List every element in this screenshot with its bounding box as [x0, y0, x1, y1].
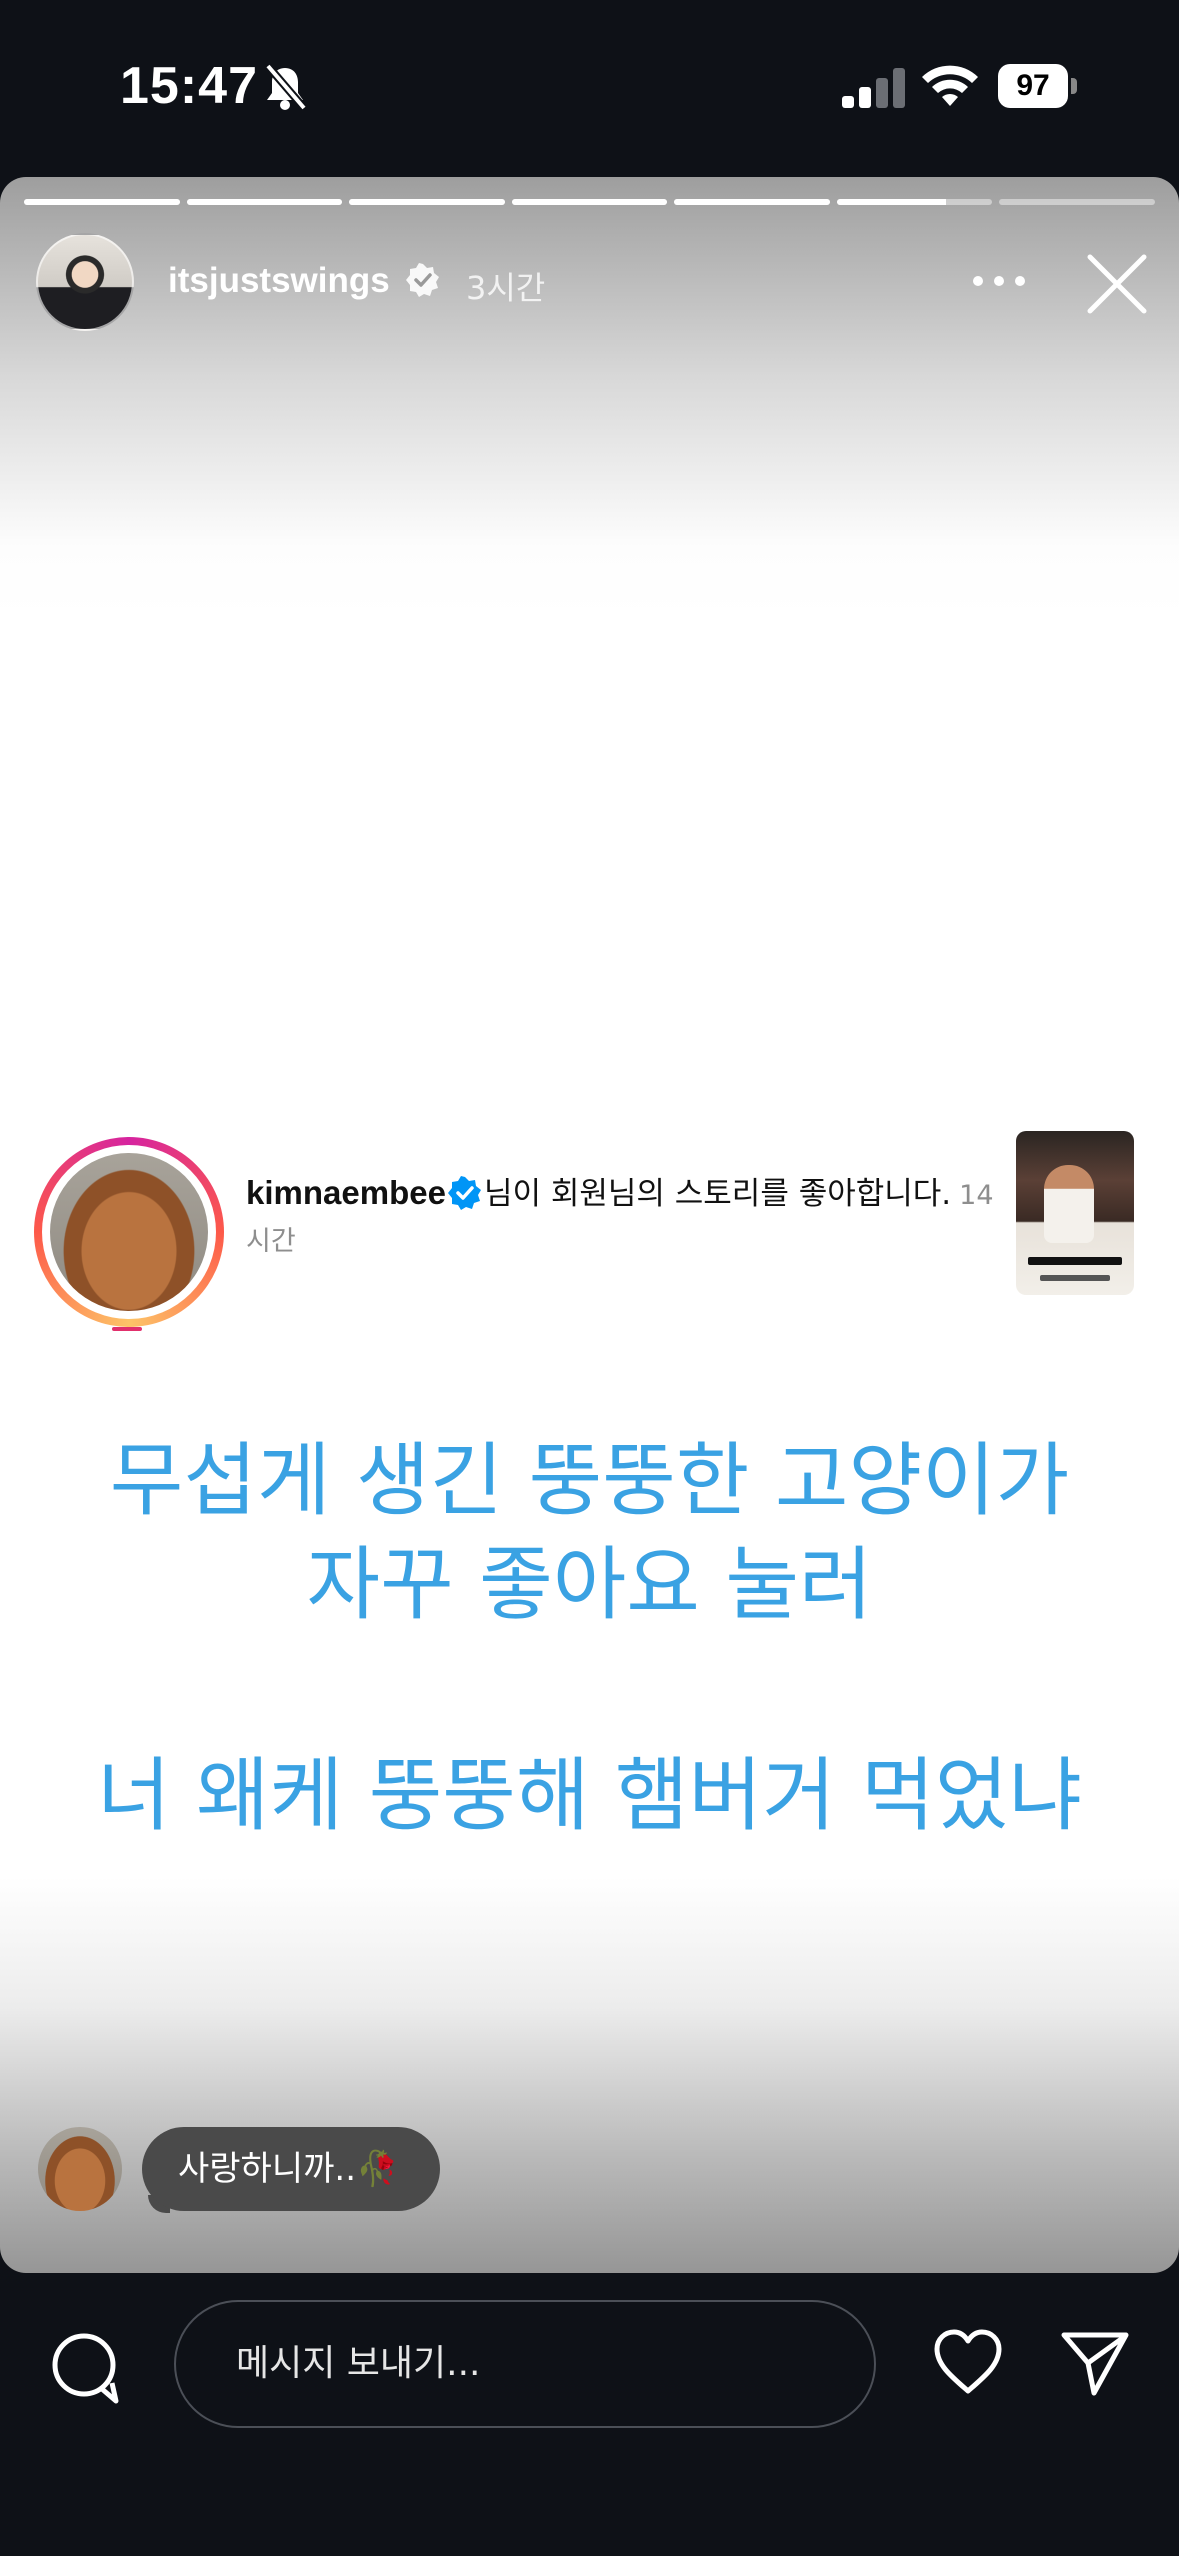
story-progress-bars [24, 199, 1156, 205]
like-notification: kimnaembee 님이 회원님의 스토리를 좋아합니다. 14시간 [34, 1131, 1144, 1337]
more-options-icon[interactable] [972, 275, 1026, 287]
story-progress-fill [674, 199, 830, 205]
caption-line-2: 자꾸 좋아요 눌러 [306, 1538, 873, 1631]
story-progress-segment [186, 199, 343, 205]
story-progress-segment [349, 199, 505, 205]
story-progress-fill [836, 199, 946, 205]
story-progress-fill [511, 199, 668, 205]
story-progress-segment [999, 199, 1156, 205]
battery-level: 97 [998, 64, 1068, 108]
story-progress-segment [511, 199, 668, 205]
status-time: 15:47 [120, 57, 258, 115]
send-icon[interactable] [1060, 2327, 1130, 2397]
camera-search-icon[interactable] [48, 2329, 124, 2405]
reply-bubble: 사랑하니까..🥀 [142, 2127, 441, 2211]
story-caption-bottom: 너 왜케 뚱뚱해 햄버거 먹었냐 [0, 1744, 1179, 1848]
caption-line-1: 무섭게 생긴 뚱뚱한 고양이가 [109, 1434, 1070, 1527]
wifi-icon [922, 65, 978, 106]
message-input[interactable]: 메시지 보내기... [174, 2300, 876, 2428]
close-icon[interactable] [1086, 253, 1148, 315]
story-progress-fill [349, 199, 505, 205]
notification-username: kimnaembee [246, 1174, 446, 1211]
story-time: 3시간 [466, 269, 546, 307]
story-progress-segment [836, 199, 993, 205]
story-progress-fill [24, 199, 180, 205]
story-card[interactable]: itsjustswings 3시간 kimnaembee 님이 회원님의 스토리… [0, 177, 1179, 2273]
caption-line-3: 너 왜케 뚱뚱해 햄버거 먹었냐 [97, 1749, 1082, 1842]
signal-icon [842, 68, 905, 108]
story-progress-segment [674, 199, 830, 205]
author-username[interactable]: itsjustswings [168, 261, 390, 301]
author-avatar[interactable] [36, 233, 134, 331]
verified-badge-icon [447, 1176, 481, 1210]
notification-message: 님이 회원님의 스토리를 좋아합니다. [483, 1176, 952, 1212]
status-bar: 15:47 97 [0, 0, 1179, 170]
story-progress-fill [186, 199, 343, 205]
cat-avatar [50, 1153, 208, 1311]
heart-icon[interactable] [932, 2327, 1004, 2397]
battery-cap [1071, 78, 1077, 94]
story-ring [34, 1137, 224, 1327]
notification-text: kimnaembee 님이 회원님의 스토리를 좋아합니다. 14시간 [246, 1171, 1016, 1264]
story-caption-top: 무섭게 생긴 뚱뚱한 고양이가 자꾸 좋아요 눌러 [0, 1429, 1179, 1637]
bottom-bar: 메시지 보내기... [0, 2273, 1179, 2556]
battery-icon: 97 [998, 64, 1080, 108]
bell-slash-icon [264, 63, 308, 111]
story-progress-segment [24, 199, 180, 205]
liked-story-thumbnail [1016, 1131, 1134, 1295]
reply-avatar [38, 2127, 122, 2211]
verified-badge-icon [406, 263, 439, 297]
